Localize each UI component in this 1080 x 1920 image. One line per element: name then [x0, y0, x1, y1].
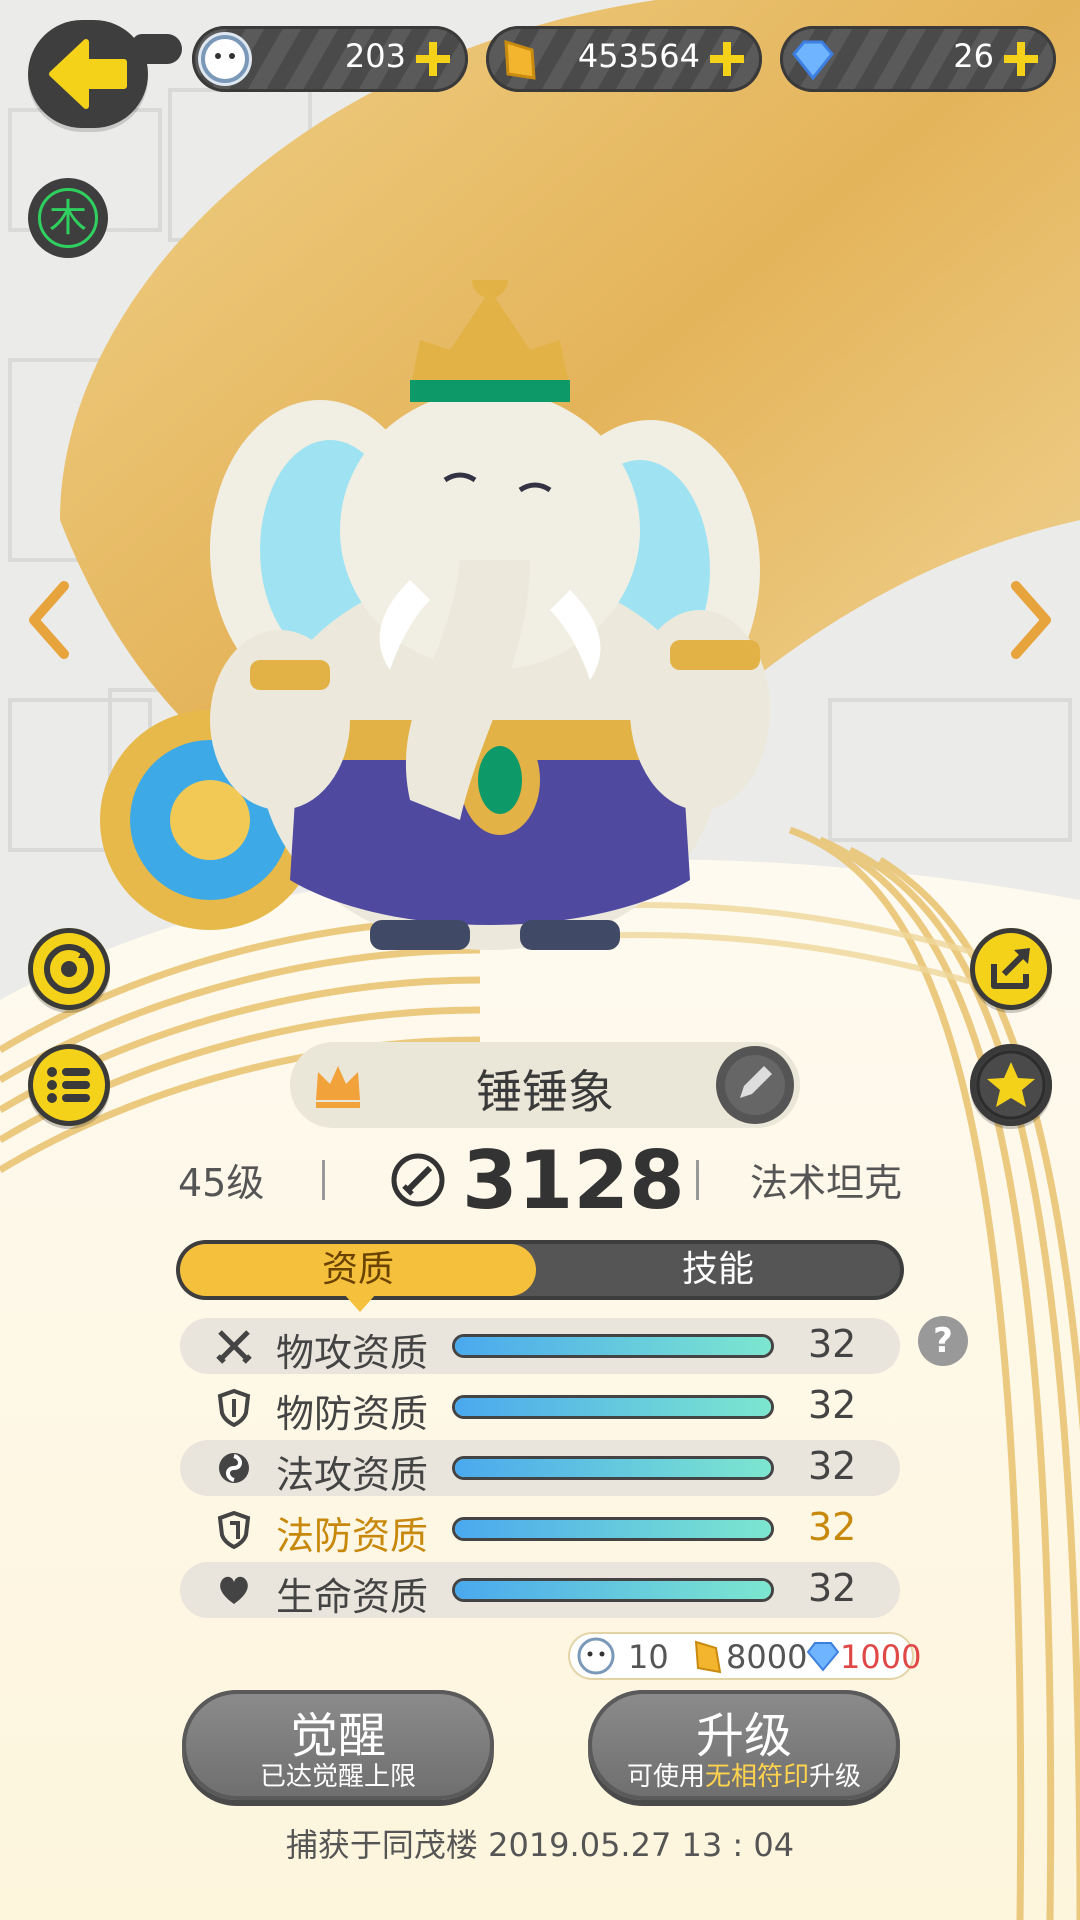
tab-aptitude[interactable]: 资质 — [180, 1244, 536, 1296]
upgrade-cost: 10 8000 1000 — [568, 1632, 921, 1680]
share-icon — [991, 948, 1030, 989]
aptitude-bar-fill — [455, 1398, 771, 1416]
add-gold-icon[interactable] — [706, 38, 748, 80]
currency-value: 453564 — [577, 37, 700, 75]
pencil-icon — [725, 1055, 785, 1115]
tab-indicator — [344, 1294, 376, 1312]
cost-gold: 8000 — [726, 1638, 808, 1676]
aptitude-bar-fill — [455, 1520, 771, 1538]
diamond-icon — [786, 32, 840, 86]
next-pet-arrow-icon[interactable] — [1006, 580, 1056, 660]
pet-name-pill: 锤锤象 — [290, 1042, 800, 1128]
aptitude-label: 物防资质 — [276, 1392, 429, 1436]
awaken-button[interactable]: 觉醒 已达觉醒上限 — [182, 1690, 494, 1800]
element-badge[interactable]: 木 — [28, 178, 108, 258]
aptitude-bar — [452, 1517, 774, 1541]
aptitude-bar — [452, 1578, 774, 1602]
power-sword-icon — [391, 1153, 445, 1207]
shield-icon — [217, 1388, 251, 1427]
aptitude-value: 32 — [808, 1383, 857, 1427]
cost-token: 10 — [628, 1638, 669, 1676]
gold-ingot-icon — [492, 32, 546, 86]
detail-tabs: 资质 技能 — [180, 1244, 900, 1296]
currency-diamond: 26 — [780, 26, 1056, 92]
aptitude-label: 法防资质 — [276, 1514, 429, 1558]
currency-spirit-token: 203 — [192, 26, 468, 92]
pet-stats-row: 45级 3128 法术坦克 — [0, 1134, 1080, 1227]
upgrade-sub-text: 升级 — [809, 1762, 862, 1792]
gold-ingot-icon — [694, 1640, 722, 1674]
aptitude-row: 法攻资质 32 — [180, 1440, 900, 1497]
add-spirit-token-icon[interactable] — [412, 38, 454, 80]
share-button[interactable] — [970, 928, 1052, 1010]
divider — [696, 1160, 699, 1200]
aptitude-value: 32 — [808, 1322, 857, 1366]
aptitude-value: 32 — [808, 1566, 857, 1610]
currency-gold: 453564 — [486, 26, 762, 92]
spirit-token-icon — [577, 1637, 615, 1675]
cost-diamond: 1000 — [840, 1638, 922, 1676]
aptitude-label: 物攻资质 — [276, 1331, 429, 1375]
diamond-icon — [806, 1642, 840, 1672]
aptitude-row: 物攻资质 32 — [180, 1318, 900, 1375]
aptitude-bar — [452, 1334, 774, 1358]
wood-element-icon: 木 — [38, 188, 98, 248]
pet-role: 法术坦克 — [750, 1161, 903, 1205]
aptitude-value: 32 — [808, 1505, 857, 1549]
aptitude-row: 物防资质 32 — [180, 1379, 900, 1436]
currency-value: 203 — [344, 37, 406, 75]
aptitude-bar — [452, 1456, 774, 1480]
pet-detail-screen: 203 453564 26 木 锤锤象 45级 3128 法术坦克 资质 技能 … — [0, 0, 1080, 1920]
aptitude-row: 法防资质 32 — [180, 1501, 900, 1558]
currency-value: 26 — [953, 37, 994, 75]
edit-name-button[interactable] — [716, 1046, 794, 1124]
rotate-icon — [44, 944, 94, 994]
list-icon — [47, 1067, 90, 1103]
capture-info: 捕获于同茂楼 2019.05.27 13 : 04 — [285, 1826, 795, 1864]
upgrade-subtitle: 可使用无相符印升级 — [588, 1756, 900, 1793]
upgrade-sub-text: 可使用 — [626, 1762, 705, 1792]
aptitude-bar-fill — [455, 1459, 771, 1477]
list-menu-button[interactable] — [28, 1044, 110, 1126]
upgrade-button[interactable]: 升级 可使用无相符印升级 — [588, 1690, 900, 1800]
back-button[interactable] — [28, 20, 182, 128]
divider — [322, 1160, 325, 1200]
heart-icon — [220, 1576, 248, 1604]
back-arrow-icon — [49, 39, 127, 109]
upgrade-item-name: 无相符印 — [704, 1762, 809, 1792]
spirit-token-icon — [198, 32, 252, 86]
magic-shield-icon — [217, 1510, 251, 1549]
aptitude-bar-fill — [455, 1337, 771, 1355]
favorite-button[interactable] — [970, 1044, 1052, 1126]
rotate-view-button[interactable] — [28, 928, 110, 1010]
aptitude-bar-fill — [455, 1581, 771, 1599]
swirl-icon — [219, 1453, 249, 1483]
aptitude-row: 生命资质 32 — [180, 1562, 900, 1619]
aptitude-value: 32 — [808, 1444, 857, 1488]
aptitude-bar — [452, 1395, 774, 1419]
crossed-swords-icon — [216, 1330, 252, 1364]
add-diamond-icon[interactable] — [1000, 38, 1042, 80]
pet-level: 45级 — [178, 1161, 265, 1205]
star-icon — [976, 1050, 1046, 1120]
combat-power: 3128 — [462, 1134, 685, 1227]
aptitude-label: 法攻资质 — [276, 1453, 429, 1497]
help-button[interactable]: ? — [918, 1316, 968, 1366]
previous-pet-arrow-icon[interactable] — [24, 580, 74, 660]
pet-model-elephant[interactable] — [90, 280, 870, 960]
aptitude-label: 生命资质 — [276, 1575, 429, 1619]
awaken-subtitle: 已达觉醒上限 — [259, 1762, 416, 1792]
tab-skills[interactable]: 技能 — [536, 1244, 900, 1296]
